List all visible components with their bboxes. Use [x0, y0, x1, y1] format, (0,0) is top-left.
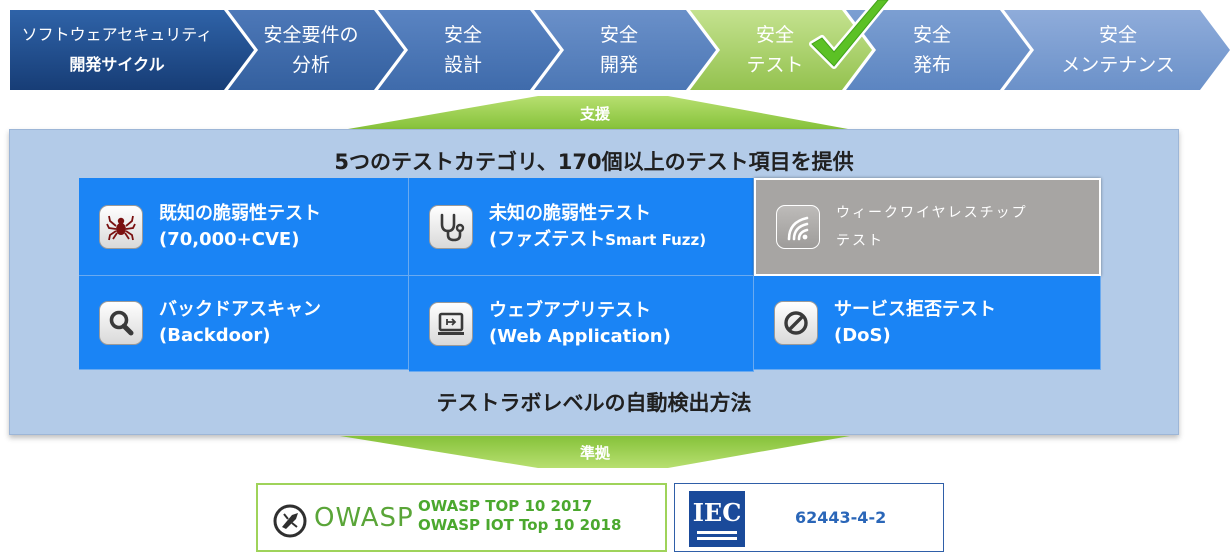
category-wireless-chip[interactable]: ウィークワイヤレスチップ テスト: [754, 178, 1101, 276]
category-wireless-chip-text: ウィークワイヤレスチップ テスト: [836, 199, 1028, 255]
category-known-vuln-text: 既知の脆弱性テスト (70,000+CVE): [159, 201, 321, 253]
category-web-app-text: ウェブアプリテスト (Web Application): [489, 298, 671, 350]
step-testing: 安全 テスト: [712, 18, 838, 82]
category-web-app-sub: (Web Application): [489, 325, 671, 347]
category-wireless-chip-sub: テスト: [836, 233, 884, 249]
owasp-lines: OWASP TOP 10 2017 OWASP IOT Top 10 2018: [418, 497, 621, 535]
step-requirements-line2: 分析: [291, 54, 330, 76]
step-maintenance: 安全 メンテナンス: [1040, 18, 1196, 82]
category-web-app-title: ウェブアプリテスト: [489, 299, 651, 321]
iec-logo-text: IEC: [692, 498, 742, 527]
category-known-vuln[interactable]: 既知の脆弱性テスト (70,000+CVE): [79, 178, 409, 276]
owasp-top10-2017: OWASP TOP 10 2017: [418, 497, 593, 515]
process-bar: ソフトウェアセキュリティ 開発サイクル 安全要件の 分析 安全 設計 安全 開発…: [0, 0, 1230, 100]
category-unknown-vuln-text: 未知の脆弱性テスト (ファズテストSmart Fuzz): [489, 201, 706, 253]
step-requirements: 安全要件の 分析: [246, 18, 376, 82]
panel-title: 5つのテストカテゴリ、170個以上のテスト項目を提供: [334, 150, 854, 174]
wireless-icon: [776, 205, 820, 249]
step-testing-line2: テスト: [746, 54, 804, 76]
step-design-line1: 安全: [443, 24, 482, 46]
owasp-badge: OWASP OWASP TOP 10 2017 OWASP IOT Top 10…: [256, 483, 667, 552]
category-wireless-chip-title: ウィークワイヤレスチップ: [836, 205, 1028, 221]
step-design-line2: 設計: [443, 54, 482, 76]
magnifier-icon: [99, 300, 143, 345]
step-requirements-line1: 安全要件の: [263, 24, 359, 46]
step-release-line2: 発布: [912, 54, 951, 76]
category-known-vuln-sub: (70,000+CVE): [159, 228, 300, 250]
stethoscope-icon: [429, 204, 473, 249]
category-unknown-vuln-sub-b: Smart Fuzz): [605, 230, 707, 249]
category-backdoor-text: バックドアスキャン (Backdoor): [159, 297, 321, 349]
step-development-line1: 安全: [599, 24, 638, 46]
step-development-line2: 開発: [599, 54, 638, 76]
iec-badge: IEC 62443-4-2: [674, 483, 944, 552]
conform-label: 準拠: [579, 444, 610, 462]
category-unknown-vuln-title: 未知の脆弱性テスト: [489, 202, 651, 224]
step-sdl: ソフトウェアセキュリティ 開発サイクル: [14, 18, 220, 82]
step-release-line1: 安全: [912, 24, 951, 46]
step-development: 安全 開発: [556, 18, 682, 82]
category-dos-sub: (DoS): [834, 324, 891, 346]
owasp-wasp-icon: [273, 504, 307, 538]
test-categories-panel: 5つのテストカテゴリ、170個以上のテスト項目を提供 既知の脆弱性テスト (70…: [9, 129, 1179, 435]
category-known-vuln-title: 既知の脆弱性テスト: [159, 202, 321, 224]
category-backdoor[interactable]: バックドアスキャン (Backdoor): [79, 276, 409, 370]
category-backdoor-title: バックドアスキャン: [159, 298, 321, 320]
category-unknown-vuln[interactable]: 未知の脆弱性テスト (ファズテストSmart Fuzz): [409, 178, 754, 276]
category-dos-title: サービス拒否テスト: [834, 298, 996, 320]
step-sdl-line2: 開発サイクル: [69, 55, 165, 74]
iec-logo: IEC: [689, 491, 745, 547]
step-testing-line1: 安全: [755, 24, 794, 46]
category-dos-text: サービス拒否テスト (DoS): [834, 297, 996, 349]
panel-footer: テストラボレベルの自動検出方法: [436, 391, 752, 415]
spider-icon: [99, 204, 143, 249]
prohibited-icon: [774, 300, 818, 345]
step-maintenance-line1: 安全: [1098, 24, 1137, 46]
iec-standard: 62443-4-2: [795, 508, 887, 527]
monitor-icon: [429, 301, 473, 346]
step-maintenance-line2: メンテナンス: [1061, 54, 1175, 76]
support-label: 支援: [579, 105, 610, 123]
owasp-wordmark: OWASP: [314, 503, 414, 533]
category-web-app[interactable]: ウェブアプリテスト (Web Application): [409, 276, 754, 372]
category-dos[interactable]: サービス拒否テスト (DoS): [754, 276, 1101, 370]
step-sdl-line1: ソフトウェアセキュリティ: [21, 25, 213, 44]
owasp-iot-top10-2018: OWASP IOT Top 10 2018: [418, 516, 622, 534]
step-design: 安全 設計: [400, 18, 526, 82]
category-backdoor-sub: (Backdoor): [159, 324, 271, 346]
category-unknown-vuln-sub-a: (ファズテスト: [489, 228, 606, 250]
step-release: 安全 発布: [868, 18, 996, 82]
category-grid: 既知の脆弱性テスト (70,000+CVE) 未知の脆弱性テスト (ファズテスト…: [79, 178, 1101, 374]
